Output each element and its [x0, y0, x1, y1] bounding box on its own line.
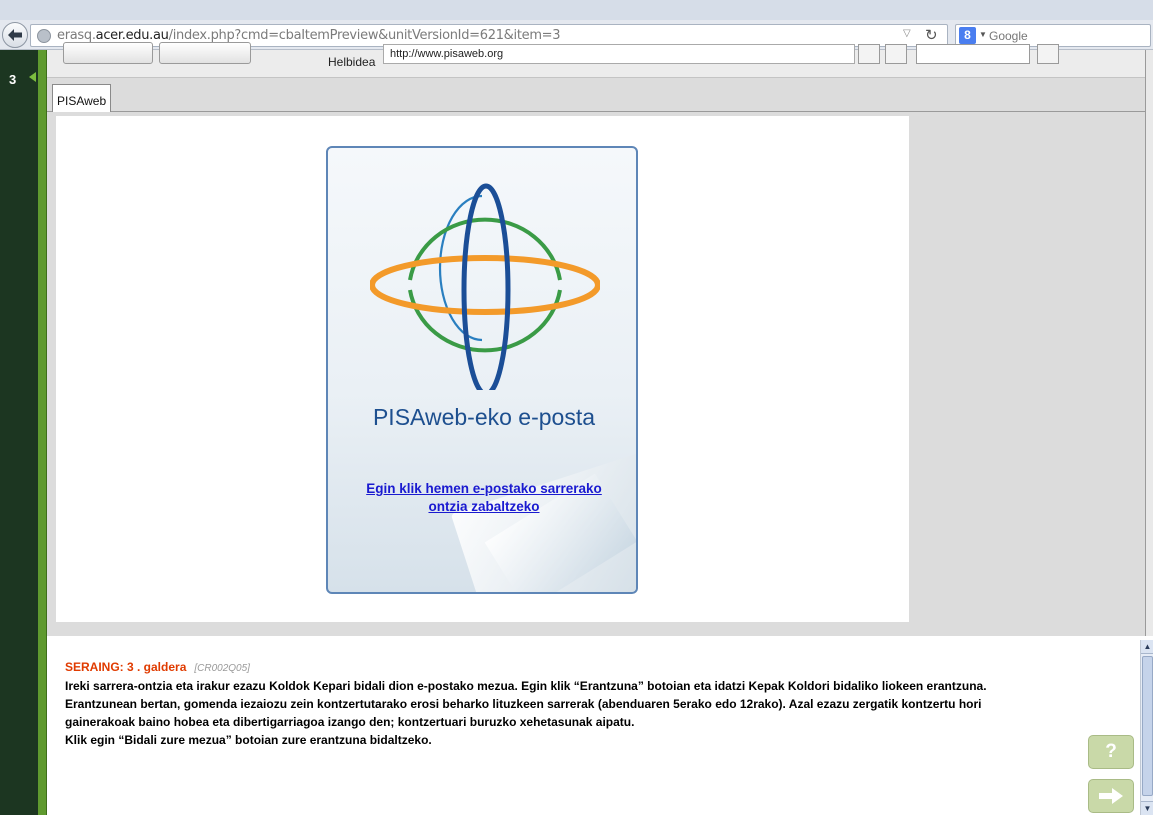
- url-text: erasq.acer.edu.au/index.php?cmd=cbaItemP…: [57, 28, 561, 43]
- back-button[interactable]: [2, 22, 28, 48]
- search-placeholder: Google: [989, 29, 1028, 43]
- simulated-browser-toolbar: Helbidea http://www.pisaweb.org: [47, 42, 1145, 78]
- panel-right-edge: [1145, 50, 1153, 636]
- scroll-thumb[interactable]: [1142, 656, 1153, 796]
- help-button[interactable]: ?: [1088, 735, 1134, 769]
- globe-icon: [37, 29, 51, 43]
- tab-bar: PISAweb: [47, 78, 1145, 112]
- inbox-link[interactable]: Egin klik hemen e-postako sarrerako ontz…: [328, 480, 636, 516]
- scroll-up-icon[interactable]: ▲: [1141, 640, 1153, 654]
- scroll-down-icon[interactable]: ▼: [1141, 801, 1153, 815]
- back-arrow-icon: [8, 29, 22, 41]
- app-window: erasq.acer.edu.au/index.php?cmd=cbaItemP…: [0, 0, 1153, 815]
- sim-home-button[interactable]: [885, 44, 907, 64]
- address-label: Helbidea: [328, 55, 376, 69]
- globe-logo-icon: [370, 183, 600, 390]
- vertical-scrollbar[interactable]: ▲ ▼: [1140, 640, 1153, 815]
- right-arrow-icon: [1099, 788, 1123, 804]
- tab-pisaweb[interactable]: PISAweb: [52, 84, 111, 112]
- title-strip: [0, 0, 1153, 20]
- sim-search-button[interactable]: [1037, 44, 1059, 64]
- sidebar-accent: [38, 50, 47, 815]
- item-number[interactable]: 3: [9, 72, 16, 87]
- sim-back-button[interactable]: [63, 42, 153, 64]
- sim-search-input[interactable]: [916, 44, 1030, 64]
- sim-forward-button[interactable]: [159, 42, 251, 64]
- sim-go-button[interactable]: [858, 44, 880, 64]
- question-title: SERAING: 3 . galdera: [65, 660, 187, 674]
- next-button[interactable]: [1088, 779, 1134, 813]
- question-panel: SERAING: 3 . galdera [CR002Q05] Ireki sar…: [47, 636, 1140, 815]
- address-input[interactable]: http://www.pisaweb.org: [383, 44, 855, 64]
- item-sidebar: [0, 50, 38, 815]
- question-text: Ireki sarrera-ontzia eta irakur ezazu Ko…: [65, 679, 987, 747]
- dropdown-arrow-icon[interactable]: ▽: [903, 28, 911, 39]
- email-card: PISAweb-eko e-posta Egin klik hemen e-po…: [326, 146, 638, 594]
- search-engine-dropdown-icon[interactable]: ▼: [979, 30, 987, 39]
- card-title: PISAweb-eko e-posta: [372, 404, 596, 430]
- current-item-arrow-icon: [29, 72, 36, 82]
- google-icon[interactable]: 8: [959, 27, 976, 44]
- question-header: SERAING: 3 . galdera [CR002Q05]: [65, 660, 250, 674]
- question-code: [CR002Q05]: [194, 663, 250, 674]
- reload-icon[interactable]: ↻: [925, 26, 938, 44]
